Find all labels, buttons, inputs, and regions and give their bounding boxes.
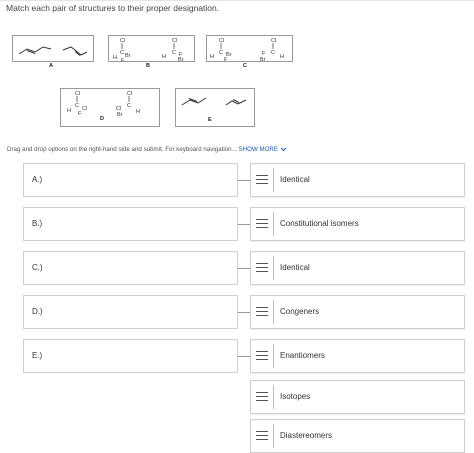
drag-handle-icon[interactable] — [256, 307, 268, 317]
option-label: Constitutional isomers — [280, 219, 359, 228]
atom-label: Br — [117, 112, 123, 118]
atom-label: C — [127, 103, 131, 109]
connector-line — [238, 356, 250, 357]
instructions-text: Drag and drop options on the right-hand … — [7, 146, 237, 153]
connector-line — [238, 180, 250, 181]
atom-label: Cl — [271, 38, 276, 44]
option-card-enantiomers[interactable]: Enantiomers — [250, 339, 465, 373]
option-label: Enantiomers — [280, 351, 325, 360]
show-more-label: SHOW MORE — [238, 146, 279, 153]
drag-handle-icon[interactable] — [256, 431, 268, 441]
atom-label: Br — [125, 53, 131, 59]
atom-label: Br — [260, 57, 266, 63]
atom-label: Cl — [75, 91, 80, 97]
drop-target-e[interactable]: E.) — [23, 339, 238, 373]
handle-divider — [273, 168, 274, 192]
drop-target-label: D.) — [32, 307, 43, 316]
option-card-identical-2[interactable]: Identical — [250, 251, 465, 285]
handle-divider — [273, 212, 274, 236]
drop-target-label: A.) — [32, 175, 43, 184]
handle-divider — [273, 424, 274, 448]
atom-label: C — [75, 103, 79, 109]
atom-label: H — [162, 54, 166, 60]
option-label: Congeners — [280, 307, 320, 316]
option-label: Identical — [280, 175, 310, 184]
atom-label: C — [172, 50, 176, 56]
drag-handle-icon[interactable] — [256, 392, 268, 402]
drag-handle-icon[interactable] — [256, 219, 268, 229]
connector-line — [238, 224, 250, 225]
drop-target-label: E.) — [32, 351, 43, 360]
atom-label-overlay: Cl C H Br F Cl C H F Br Cl C H Br F Cl C… — [67, 38, 284, 118]
drag-handle-icon[interactable] — [256, 263, 268, 273]
option-card-congeners[interactable]: Congeners — [250, 295, 465, 329]
drop-target-b[interactable]: B.) — [23, 207, 238, 241]
atom-label: C — [271, 50, 275, 56]
atom-label: H — [210, 54, 214, 60]
drag-handle-icon[interactable] — [256, 351, 268, 361]
chevron-down-icon — [280, 147, 287, 152]
drop-target-label: B.) — [32, 219, 43, 228]
drag-handle-icon[interactable] — [256, 175, 268, 185]
atom-label: H — [113, 55, 117, 61]
atom-label: H — [280, 54, 284, 60]
connector-line — [238, 312, 250, 313]
option-card-isotopes[interactable]: Isotopes — [250, 380, 465, 414]
atom-label: H — [136, 109, 140, 115]
option-card-identical[interactable]: Identical — [250, 163, 465, 197]
atom-label: Cl — [172, 38, 177, 44]
instructions: Drag and drop options on the right-hand … — [7, 146, 287, 153]
option-label: Diastereomers — [280, 431, 333, 440]
atom-label: Cl — [219, 38, 224, 44]
atom-label: C — [219, 50, 223, 56]
show-more-link[interactable]: SHOW MORE — [239, 146, 287, 153]
atom-label: H — [67, 108, 71, 114]
drop-target-d[interactable]: D.) — [23, 295, 238, 329]
atom-label: C — [120, 50, 124, 56]
drop-target-label: C.) — [32, 263, 43, 272]
handle-divider — [273, 385, 274, 409]
option-card-constitutional-isomers[interactable]: Constitutional isomers — [250, 207, 465, 241]
option-label: Isotopes — [280, 392, 311, 401]
handle-divider — [273, 344, 274, 368]
connector-line — [238, 268, 250, 269]
drop-target-a[interactable]: A.) — [23, 163, 238, 197]
handle-divider — [273, 300, 274, 324]
atom-label: Cl — [82, 106, 87, 112]
atom-label: Br — [178, 57, 184, 63]
handle-divider — [273, 256, 274, 280]
drop-target-c[interactable]: C.) — [23, 251, 238, 285]
option-label: Identical — [280, 263, 310, 272]
atom-label: Cl — [127, 91, 132, 97]
atom-label: Cl — [120, 38, 125, 44]
